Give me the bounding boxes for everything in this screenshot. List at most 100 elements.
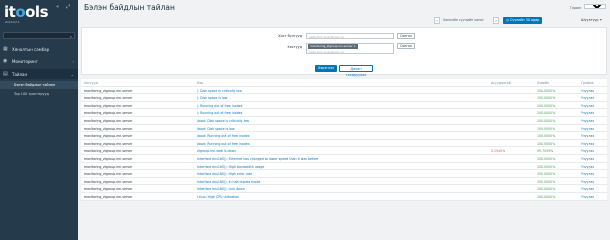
trigger-name-link[interactable]: /boot: Disk space is critically low [197,119,457,123]
column-header-name[interactable]: Нэр [197,81,457,85]
collapse-sidebar-icon[interactable]: « [56,4,59,10]
table-body: monitoring_ztgroup.mn.server /: Disk spac… [81,87,607,201]
prev-period-button[interactable]: ‹ [434,17,440,24]
trigger-name-link[interactable]: /: Disk space is critically low [197,89,457,93]
ok-cell: 100.0000% [537,172,556,177]
report-icon: ▤ [3,71,8,77]
host-cell: monitoring_ztgroup.mn.server [84,141,133,146]
graph-link[interactable]: Үзүүлэх [581,157,605,161]
chevron-down-icon: ⌄ [70,71,74,77]
period-label[interactable]: Хамгийн сүүлийн хоног [443,17,484,24]
search-icon[interactable]: ⌕ [70,34,72,39]
table-row: monitoring_ztgroup.mn.server/boot: Runni… [81,132,607,140]
host-groups-label: Хост бүлгүүд [278,34,302,38]
graph-link[interactable]: Үзүүлэх [581,127,605,131]
trigger-name-link[interactable]: Interface ens160(): High error rate [197,172,457,176]
graph-link[interactable]: Үзүүлэх [581,180,605,184]
table-row: monitoring_ztgroup.mn.server Interface en… [81,178,607,186]
graph-link[interactable]: Үзүүлэх [581,165,605,169]
graph-link[interactable]: Үзүүлэх [581,187,605,191]
filter-toggle[interactable]: Шүүлтүүр ⏷ [581,17,602,24]
mode-label: Горим [570,6,581,10]
ok-cell: 100.0000% [537,156,556,161]
filter-icon: ⏷ [599,18,603,22]
close-icon[interactable]: × [353,44,355,48]
menu-item-label: Хяналтын самбар [12,47,50,52]
column-header-graph: График [581,81,594,85]
time-toolbar: ‹ Хамгийн сүүлийн хоног › ◷ Сүүлийн 30 ө… [78,16,610,26]
trigger-name-link[interactable]: /: Running out of free inodes [197,104,457,108]
trigger-name-link[interactable]: /boot: Disk space is low [197,127,457,131]
ok-cell: 100.0000% [537,111,556,116]
ok-cell: 100.0000% [537,134,556,139]
trigger-name-link[interactable]: /: Disk space is low [197,96,457,100]
trigger-name-link[interactable]: /boot: Running out of free inodes [197,142,457,146]
hosts-select-button[interactable]: Сонгох [397,43,415,49]
host-groups-input[interactable]: хайх бол энд бичнэ үү [306,33,394,39]
ok-cell: 99.7059% [537,149,554,154]
sidebar-search-input[interactable]: ⌕ [3,32,75,39]
trigger-name-link[interactable]: /boot: Running out of free inodes [197,134,457,138]
kiosk-mode-icon[interactable]: ⤢ [66,4,70,10]
trigger-name-link[interactable]: Interface ens160(): Ethernet has changed… [197,157,457,161]
apply-button[interactable]: Хэрэглэх [315,65,337,72]
menu-item-dashboard[interactable]: ▦ Хяналтын самбар [0,44,78,54]
trigger-name-link[interactable]: Interface ens160(): High bandwidth usage [197,165,457,169]
host-cell: monitoring_ztgroup.mn.server [84,96,133,101]
table-row: monitoring_ztgroup.mn.server Interface en… [81,155,607,163]
ok-cell: 100.0000% [537,88,556,93]
trigger-name-link[interactable]: ztgroup.mn.web is down [197,149,457,153]
graph-link[interactable]: Үзүүлэх [581,172,605,176]
table-row: monitoring_ztgroup.mn.server/boot: Runni… [81,140,607,148]
eye-icon: ◉ [3,58,8,64]
table-header: Хостууд Нэр Асуудалтай Хэвийн График [81,79,607,87]
trigger-name-link[interactable]: Linux: High CPU utilization [197,195,457,199]
graph-link[interactable]: Үзүүлэх [581,149,605,153]
host-cell: monitoring_ztgroup.mn.server [84,187,133,192]
trigger-name-link[interactable]: Interface ens160(): In half-duplex mode [197,180,457,184]
mode-selector: Горим Хостоор [570,4,606,10]
graph-link[interactable]: Үзүүлэх [581,89,605,93]
trigger-name-link[interactable]: /: Running out of free inodes [197,111,457,115]
trigger-name-link[interactable]: Interface ens160(): Link down [197,187,457,191]
reset-button[interactable]: Дахин тохируулах [339,65,373,77]
host-cell: monitoring_ztgroup.mn.server [84,172,133,177]
ok-cell: 100.0000% [537,164,556,169]
graph-link[interactable]: Үзүүлэх [581,195,605,199]
host-cell: monitoring_ztgroup.mn.server [84,194,133,199]
problems-cell: 0.2940% [491,149,506,154]
column-header-hosts[interactable]: Хостууд [84,81,194,85]
time-range-button[interactable]: ◷ Сүүлийн 30 өдөр [503,17,543,24]
host-cell: monitoring_ztgroup.mn.server [84,103,133,108]
menu-item-monitoring[interactable]: ◉ Мониторинг › [0,56,78,66]
ok-cell: 100.0000% [537,118,556,123]
ok-cell: 100.0000% [537,187,556,192]
mode-select[interactable]: Хостоор [584,4,606,9]
graph-link[interactable]: Үзүүлэх [581,119,605,123]
sidebar-item-availability-report[interactable]: Бэлэн байдлын тайлан [0,81,78,89]
table-row: monitoring_ztgroup.mn.server /: Disk spac… [81,94,607,102]
app-logo[interactable]: itools [4,3,48,21]
hosts-input-placeholder: хайх бол энд бичнэ үү [309,50,345,54]
host-groups-select-button[interactable]: Сонгох [397,33,415,39]
dashboard-icon: ▦ [3,46,8,52]
host-cell: monitoring_ztgroup.mn.server [84,149,133,154]
logo-subtitle: Zabbix/UI [5,20,20,24]
sidebar-item-top-triggers[interactable]: Top 100 триггерүүд [0,90,78,98]
column-header-ok: Хэвийн [537,81,550,85]
graph-link[interactable]: Үзүүлэх [581,142,605,146]
host-cell: monitoring_ztgroup.mn.server [84,118,133,123]
ok-cell: 100.0000% [537,194,556,199]
menu-item-reports[interactable]: ▤ Тайлан ⌄ [0,69,78,79]
ok-cell: 100.0000% [537,126,556,131]
graph-link[interactable]: Үзүүлэх [581,104,605,108]
next-period-button[interactable]: › [493,17,499,24]
table-row: monitoring_ztgroup.mn.server Interface en… [81,170,607,178]
host-chip[interactable]: monitoring_ztgroup.mn.server × [308,44,358,49]
chevron-right-icon: › [72,58,74,64]
graph-link[interactable]: Үзүүлэх [581,111,605,115]
menu-item-label: Тайлан [12,72,28,77]
column-header-problems: Асуудалтай [491,81,511,85]
graph-link[interactable]: Үзүүлэх [581,134,605,138]
graph-link[interactable]: Үзүүлэх [581,96,605,100]
